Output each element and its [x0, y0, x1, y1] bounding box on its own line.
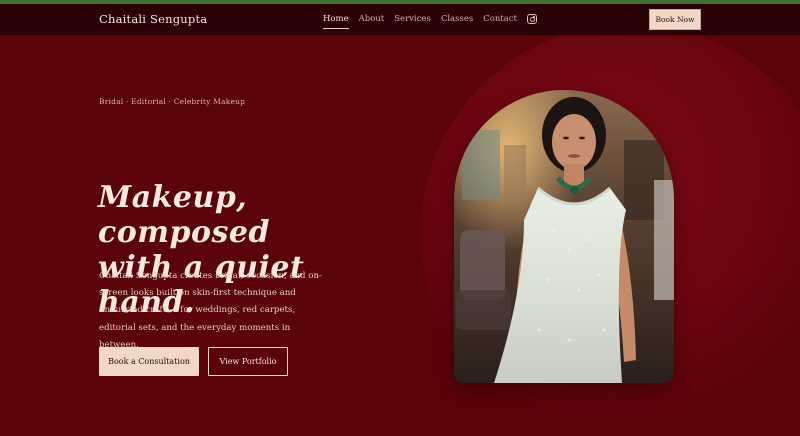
portrait-illustration	[454, 90, 674, 383]
nav-link-services[interactable]: Services	[394, 14, 431, 24]
nav-link-about[interactable]: About	[359, 14, 385, 24]
nav-link-contact[interactable]: Contact	[483, 14, 517, 24]
nav-link-classes[interactable]: Classes	[441, 14, 473, 24]
hero-headline-line-1: Makeup, composed	[98, 180, 270, 250]
hero-description: Chaitali Sengupta creates bridal, occasi…	[99, 271, 322, 350]
nav-link-home[interactable]: Home	[323, 14, 349, 29]
book-consultation-button[interactable]: Book a Consultation	[99, 347, 199, 376]
navbar: Chaitali Sengupta Home About Services Cl…	[0, 4, 800, 36]
brand-name[interactable]: Chaitali Sengupta	[99, 12, 207, 26]
instagram-icon[interactable]	[526, 14, 537, 24]
view-portfolio-button[interactable]: View Portfolio	[208, 347, 288, 376]
hero-eyebrow: Bridal · Editorial · Celebrity Makeup	[99, 97, 246, 106]
book-now-button[interactable]: Book Now	[649, 9, 701, 30]
hero-portrait-photo	[454, 90, 674, 383]
nav-links: Home About Services Classes Contact	[323, 14, 537, 29]
